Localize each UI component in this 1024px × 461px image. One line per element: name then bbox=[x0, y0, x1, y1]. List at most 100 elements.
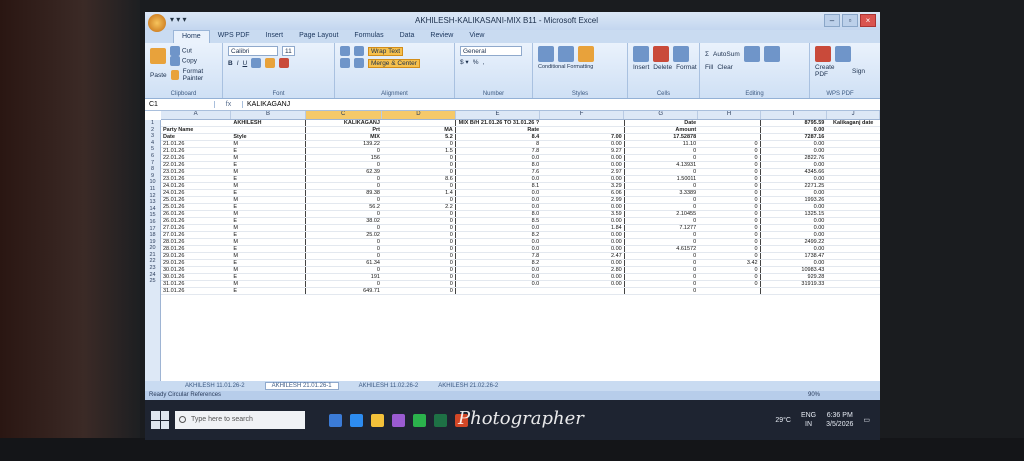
format-cells-icon[interactable] bbox=[673, 46, 689, 62]
row-header[interactable]: 1 bbox=[145, 120, 160, 127]
cell[interactable]: 0 bbox=[698, 175, 761, 184]
cell[interactable]: 0 bbox=[381, 168, 456, 177]
tab-home[interactable]: Home bbox=[173, 30, 210, 43]
cell[interactable]: 0 bbox=[381, 231, 456, 240]
cell[interactable]: 24.01.26 bbox=[161, 182, 232, 191]
cell[interactable]: 0.00 bbox=[541, 154, 625, 163]
cell[interactable]: 0.00 bbox=[541, 238, 625, 247]
row-header[interactable]: 4 bbox=[145, 140, 160, 147]
cell[interactable]: 22.01.26 bbox=[161, 154, 232, 163]
cell[interactable] bbox=[826, 238, 880, 247]
cell[interactable]: 28.01.26 bbox=[161, 238, 232, 247]
tab-review[interactable]: Review bbox=[422, 30, 461, 43]
cell[interactable]: 2.80 bbox=[541, 266, 625, 275]
cell[interactable]: 26.01.26 bbox=[161, 217, 232, 226]
cell[interactable]: 0 bbox=[624, 266, 699, 275]
row-header[interactable]: 16 bbox=[145, 219, 160, 226]
row-header[interactable]: 14 bbox=[145, 206, 160, 213]
formula-input[interactable]: KALIKAGANJ bbox=[243, 101, 290, 108]
cell[interactable]: 0.0 bbox=[455, 203, 542, 212]
create-pdf-icon[interactable] bbox=[815, 46, 831, 62]
cell[interactable] bbox=[826, 231, 880, 240]
cell[interactable]: 0 bbox=[698, 224, 761, 233]
cell[interactable]: 0 bbox=[624, 259, 699, 268]
cell[interactable]: 0 bbox=[624, 252, 699, 261]
cell[interactable] bbox=[826, 245, 880, 254]
cell[interactable] bbox=[231, 126, 307, 135]
percent-button[interactable]: % bbox=[473, 59, 479, 66]
cell[interactable]: 2.97 bbox=[541, 168, 625, 177]
cell[interactable]: 1.5 bbox=[381, 147, 456, 156]
quick-access-toolbar[interactable]: ▾ ▾ ▾ bbox=[170, 15, 187, 24]
cell[interactable]: MIX bbox=[305, 133, 382, 142]
cell[interactable]: Style bbox=[231, 133, 307, 142]
cell[interactable]: 8.5 bbox=[455, 217, 542, 226]
cell[interactable] bbox=[826, 217, 880, 226]
cell[interactable]: 8.4 bbox=[455, 133, 542, 142]
cell[interactable]: 2822.76 bbox=[760, 154, 827, 163]
cell[interactable]: 0 bbox=[381, 245, 456, 254]
close-button[interactable]: × bbox=[860, 14, 876, 27]
cell[interactable]: M bbox=[231, 224, 307, 233]
row-header[interactable]: 5 bbox=[145, 146, 160, 153]
insert-button[interactable]: Insert bbox=[633, 64, 649, 71]
cell[interactable]: 0 bbox=[305, 182, 382, 191]
cell[interactable]: 0 bbox=[305, 210, 382, 219]
weather-text[interactable]: 29°C bbox=[775, 417, 791, 424]
cell[interactable]: 0 bbox=[698, 231, 761, 240]
cell[interactable]: 9.27 bbox=[541, 147, 625, 156]
cell[interactable]: 0.0 bbox=[455, 280, 542, 289]
cell[interactable] bbox=[826, 133, 880, 142]
cell[interactable]: 0 bbox=[698, 252, 761, 261]
cell[interactable]: 61.34 bbox=[305, 259, 382, 268]
cell[interactable]: M bbox=[231, 252, 307, 261]
cell[interactable]: 3.3389 bbox=[624, 189, 699, 198]
cell[interactable]: KALIKAGANJ bbox=[305, 120, 382, 128]
cell[interactable]: 1325.15 bbox=[760, 210, 827, 219]
cell[interactable]: 0.00 bbox=[541, 161, 625, 170]
cell[interactable]: 649.71 bbox=[305, 287, 382, 296]
cell[interactable]: M bbox=[231, 140, 307, 149]
cell[interactable]: 0 bbox=[624, 182, 699, 191]
cell[interactable]: 0.00 bbox=[760, 217, 827, 226]
cell[interactable]: 0 bbox=[381, 259, 456, 268]
column-header-h[interactable]: H bbox=[698, 111, 761, 119]
cell[interactable]: 0 bbox=[624, 217, 699, 226]
merge-center-button[interactable]: Merge & Center bbox=[368, 58, 420, 68]
cell[interactable]: 0 bbox=[381, 266, 456, 275]
whatsapp-icon[interactable] bbox=[413, 413, 426, 427]
cell[interactable]: 0.00 bbox=[760, 231, 827, 240]
cell[interactable]: Amount bbox=[624, 126, 699, 135]
cell[interactable]: 0.0 bbox=[455, 189, 542, 198]
row-header[interactable]: 17 bbox=[145, 226, 160, 233]
row-header[interactable]: 18 bbox=[145, 232, 160, 239]
cell[interactable]: 0 bbox=[381, 161, 456, 170]
name-box[interactable]: C1 bbox=[145, 101, 215, 108]
cell[interactable]: 21.01.26 bbox=[161, 147, 232, 156]
cell[interactable]: 26.01.26 bbox=[161, 210, 232, 219]
row-header[interactable]: 24 bbox=[145, 272, 160, 279]
delete-cells-icon[interactable] bbox=[653, 46, 669, 62]
cell[interactable]: Prt bbox=[305, 126, 382, 135]
cell[interactable]: 0.0 bbox=[455, 238, 542, 247]
row-header[interactable]: 9 bbox=[145, 173, 160, 180]
cell[interactable]: 0 bbox=[698, 273, 761, 282]
cell[interactable]: 0 bbox=[624, 147, 699, 156]
cell[interactable]: M bbox=[231, 154, 307, 163]
cell[interactable]: 7.1277 bbox=[624, 224, 699, 233]
cell[interactable]: 191 bbox=[305, 273, 382, 282]
cell[interactable]: 0 bbox=[381, 238, 456, 247]
cell[interactable]: 929.28 bbox=[760, 273, 827, 282]
cell[interactable]: 0 bbox=[698, 210, 761, 219]
cell[interactable]: 27.01.26 bbox=[161, 224, 232, 233]
cell[interactable]: 0.00 bbox=[541, 273, 625, 282]
cell[interactable]: E bbox=[231, 231, 307, 240]
cell[interactable]: 1.4 bbox=[381, 189, 456, 198]
cell[interactable]: 2.10455 bbox=[624, 210, 699, 219]
cell[interactable] bbox=[541, 126, 625, 135]
notification-icon[interactable]: ▭ bbox=[863, 416, 870, 424]
tab-formulas[interactable]: Formulas bbox=[346, 30, 391, 43]
cell[interactable]: E bbox=[231, 203, 307, 212]
cell[interactable]: 0 bbox=[305, 224, 382, 233]
find-select-icon[interactable] bbox=[763, 46, 780, 62]
